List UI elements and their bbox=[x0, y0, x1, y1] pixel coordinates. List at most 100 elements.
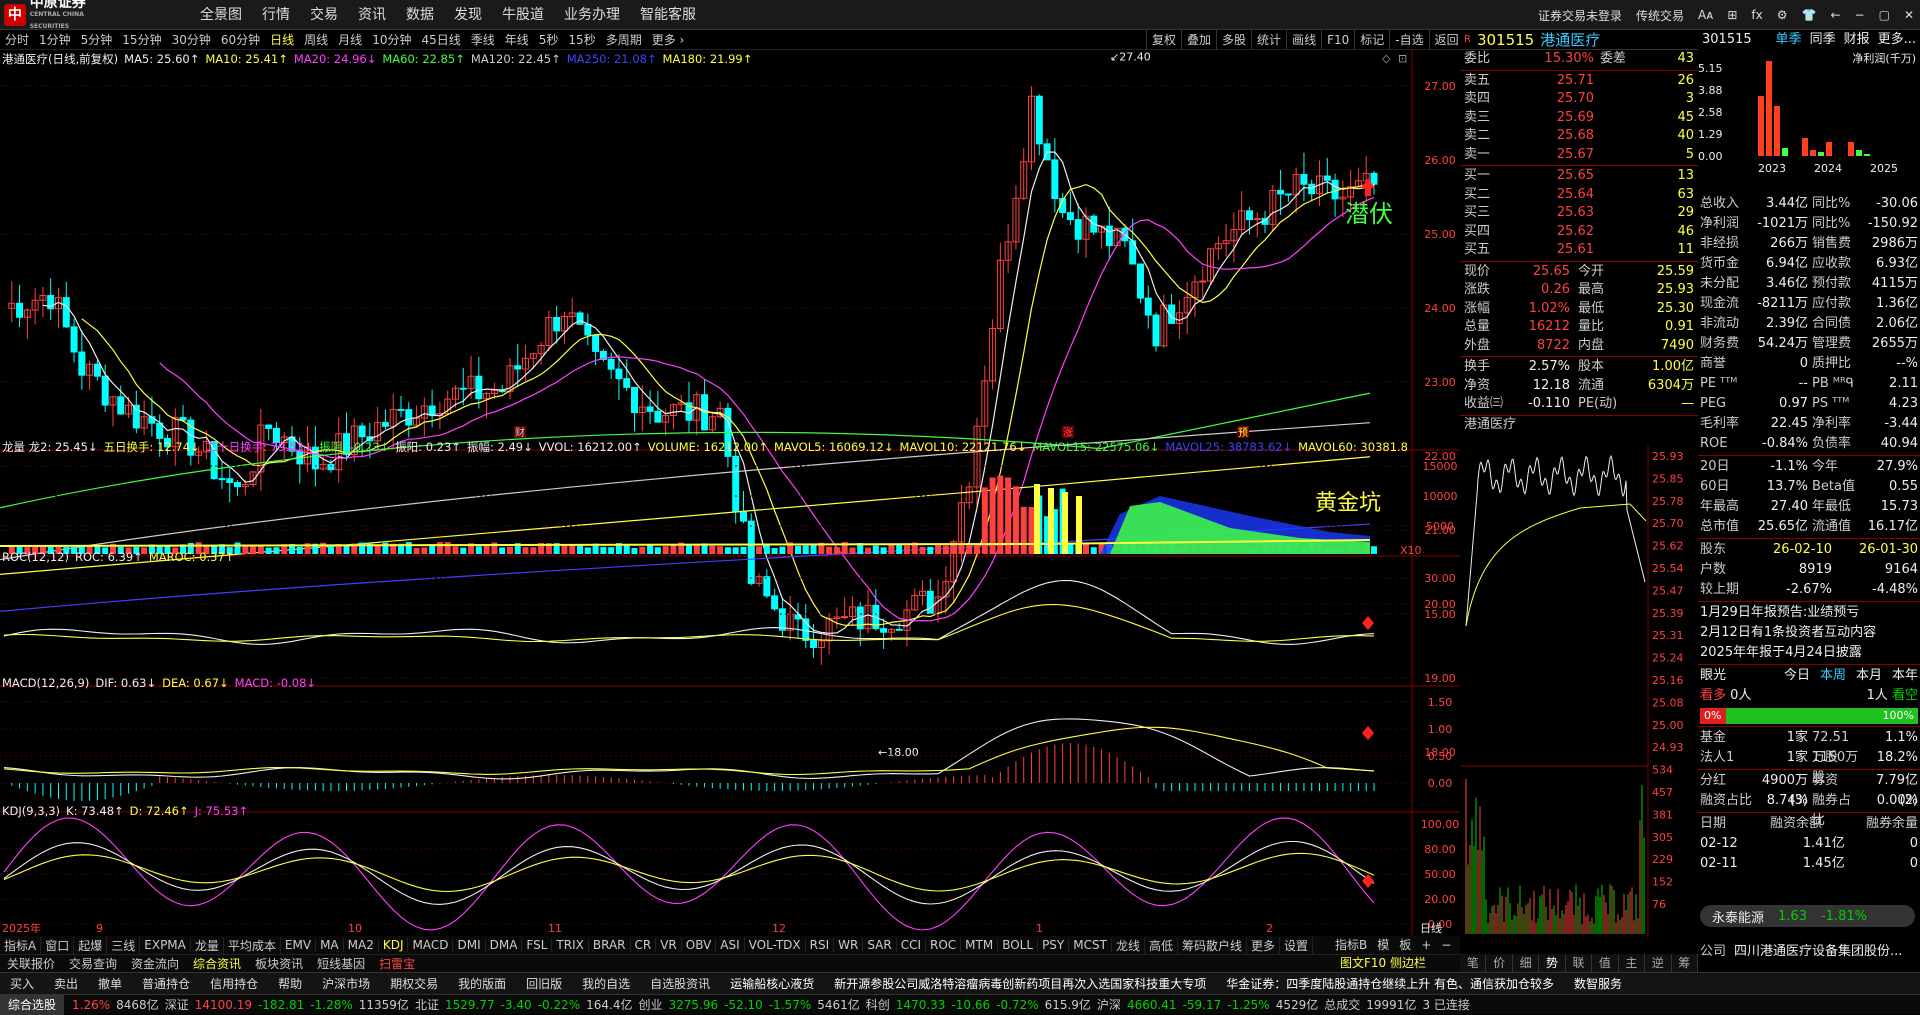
menu-item-1[interactable]: 行情 bbox=[252, 0, 300, 30]
news-item-1[interactable]: 2月12日有1条投资者互动内容 bbox=[1698, 623, 1920, 643]
sells-row-2[interactable]: 卖三 25.69 45 bbox=[1460, 109, 1698, 128]
indicator-tab-16[interactable]: BRAR bbox=[589, 938, 631, 952]
indicator-tab-24[interactable]: SAR bbox=[863, 938, 897, 952]
bull-label[interactable]: 看多 bbox=[1700, 688, 1726, 703]
period-3[interactable]: 15分钟 bbox=[117, 31, 166, 48]
info-tab-1[interactable]: 交易查询 bbox=[62, 955, 124, 972]
indicator-tab-19[interactable]: OBV bbox=[682, 938, 717, 952]
indicator-tab-26[interactable]: ROC bbox=[926, 938, 962, 952]
top-control-5[interactable]: ⚙ bbox=[1777, 8, 1788, 22]
quote-tab-2[interactable]: 细 bbox=[1513, 954, 1540, 972]
sells-row-4[interactable]: 卖一 25.67 5 bbox=[1460, 146, 1698, 165]
indicator-tab-25[interactable]: CCI bbox=[897, 938, 926, 952]
eye-tab-3[interactable]: 本年 bbox=[1892, 666, 1918, 686]
action-item-10[interactable]: 我的自选 bbox=[572, 975, 640, 992]
action-item-2[interactable]: 撤单 bbox=[88, 975, 132, 992]
stock-screener-button[interactable]: 综合选股 bbox=[0, 994, 65, 1015]
news-item-0[interactable]: 1月29日年报预告:业绩预亏 bbox=[1698, 603, 1920, 623]
top-control-3[interactable]: ⊞ bbox=[1727, 8, 1737, 22]
top-control-0[interactable]: 证券交易未登录 bbox=[1538, 7, 1622, 24]
indicator-tab-7[interactable]: EMV bbox=[281, 938, 317, 952]
period-9[interactable]: 10分钟 bbox=[367, 31, 416, 48]
indicator-tab-8[interactable]: MA bbox=[316, 938, 344, 952]
sells-row-1[interactable]: 卖四 25.70 3 bbox=[1460, 90, 1698, 109]
quote-tab-0[interactable]: 笔 bbox=[1460, 954, 1487, 972]
indicator-tab-23[interactable]: WR bbox=[834, 938, 864, 952]
indicator-tab-12[interactable]: DMI bbox=[453, 938, 486, 952]
action-item-14[interactable]: 华金证券：四季度陆股通持仓继续上升 有色、通信获加仓较多 bbox=[1216, 975, 1564, 992]
menu-item-5[interactable]: 发现 bbox=[444, 0, 492, 30]
chart-tool-0[interactable]: 复权 bbox=[1146, 30, 1181, 50]
indicator-right-3[interactable]: + bbox=[1416, 936, 1436, 954]
menu-item-6[interactable]: 牛股道 bbox=[492, 0, 554, 30]
quote-tab-1[interactable]: 价 bbox=[1486, 954, 1513, 972]
indicator-right-1[interactable]: 模 bbox=[1372, 936, 1394, 954]
menu-item-0[interactable]: 全景图 bbox=[190, 0, 252, 30]
menu-item-4[interactable]: 数据 bbox=[396, 0, 444, 30]
action-item-7[interactable]: 期权交易 bbox=[380, 975, 448, 992]
indicator-tab-6[interactable]: 平均成本 bbox=[224, 936, 281, 954]
action-item-12[interactable]: 运输船核心液货 bbox=[720, 975, 824, 992]
fin-tab-3[interactable]: 更多... bbox=[1878, 30, 1916, 50]
top-control-8[interactable]: − bbox=[1855, 8, 1865, 22]
info-tab-4[interactable]: 板块资讯 bbox=[248, 955, 310, 972]
period-14[interactable]: 15秒 bbox=[563, 31, 600, 48]
sells-row-3[interactable]: 卖二 25.68 40 bbox=[1460, 127, 1698, 146]
indicator-tab-9[interactable]: MA2 bbox=[344, 938, 379, 952]
action-item-6[interactable]: 沪深市场 bbox=[312, 975, 380, 992]
indicator-tab-1[interactable]: 窗口 bbox=[41, 936, 75, 954]
buys-row-0[interactable]: 买一 25.65 13 bbox=[1460, 167, 1698, 186]
top-control-7[interactable]: ← bbox=[1830, 8, 1840, 22]
action-item-3[interactable]: 普通持仓 bbox=[132, 975, 200, 992]
period-12[interactable]: 年线 bbox=[500, 31, 534, 48]
indicator-tab-22[interactable]: RSI bbox=[806, 938, 835, 952]
indicator-tab-27[interactable]: MTM bbox=[961, 938, 999, 952]
indicator-tab-21[interactable]: VOL-TDX bbox=[745, 938, 806, 952]
info-tab-0[interactable]: 关联报价 bbox=[0, 955, 62, 972]
period-4[interactable]: 30分钟 bbox=[167, 31, 216, 48]
quote-tab-6[interactable]: 主 bbox=[1619, 954, 1646, 972]
action-item-15[interactable]: 数智服务 bbox=[1564, 975, 1632, 992]
quote-tab-3[interactable]: 势 bbox=[1539, 954, 1566, 972]
indicator-tab-5[interactable]: 龙量 bbox=[191, 936, 224, 954]
top-control-6[interactable]: 👕 bbox=[1802, 8, 1817, 22]
period-11[interactable]: 季线 bbox=[466, 31, 500, 48]
fin-tab-0[interactable]: 单季 bbox=[1776, 30, 1802, 50]
quote-tab-5[interactable]: 值 bbox=[1592, 954, 1619, 972]
indicator-tab-17[interactable]: CR bbox=[631, 938, 657, 952]
indicator-tab-31[interactable]: 龙线 bbox=[1112, 936, 1145, 954]
news-item-2[interactable]: 2025年年报于4月24日披露 bbox=[1698, 643, 1920, 663]
action-item-13[interactable]: 新开源参股公司威洛特溶瘤病毒创新药项目再次入选国家科技重大专项 bbox=[824, 975, 1216, 992]
fin-tab-1[interactable]: 同季 bbox=[1810, 30, 1836, 50]
action-item-1[interactable]: 卖出 bbox=[44, 975, 88, 992]
indicator-tab-20[interactable]: ASI bbox=[716, 938, 745, 952]
info-tab-6[interactable]: 扫雷宝 bbox=[372, 955, 422, 972]
period-13[interactable]: 5秒 bbox=[534, 31, 564, 48]
eye-tab-2[interactable]: 本月 bbox=[1856, 666, 1882, 686]
indicator-right-0[interactable]: 指标B bbox=[1330, 936, 1372, 954]
indicator-tab-35[interactable]: 设置 bbox=[1280, 936, 1314, 954]
info-tab-2[interactable]: 资金流向 bbox=[124, 955, 186, 972]
chart-tool-3[interactable]: 统计 bbox=[1251, 30, 1286, 50]
indicator-right-2[interactable]: 板 bbox=[1394, 936, 1416, 954]
period-15[interactable]: 多周期 bbox=[601, 31, 647, 48]
action-item-11[interactable]: 自选股资讯 bbox=[640, 975, 720, 992]
action-item-9[interactable]: 回旧版 bbox=[516, 975, 572, 992]
eye-tab-0[interactable]: 今日 bbox=[1784, 666, 1810, 686]
indicator-tab-2[interactable]: 起爆 bbox=[74, 936, 108, 954]
top-control-1[interactable]: 传统交易 bbox=[1636, 7, 1684, 24]
fin-tab-2[interactable]: 财报 bbox=[1844, 30, 1870, 50]
indicator-tab-32[interactable]: 高低 bbox=[1145, 936, 1178, 954]
chart-tool-1[interactable]: 叠加 bbox=[1181, 30, 1216, 50]
action-item-0[interactable]: 买入 bbox=[0, 975, 44, 992]
period-16[interactable]: 更多 › bbox=[647, 31, 690, 48]
chart-tool-6[interactable]: 标记 bbox=[1354, 30, 1389, 50]
action-item-5[interactable]: 帮助 bbox=[268, 975, 312, 992]
indicator-tab-10[interactable]: KDJ bbox=[379, 938, 409, 952]
stock-name[interactable]: 港通医疗 bbox=[1540, 30, 1600, 49]
top-control-10[interactable]: ✕ bbox=[1904, 8, 1914, 22]
buys-row-3[interactable]: 买四 25.62 46 bbox=[1460, 223, 1698, 242]
period-1[interactable]: 1分钟 bbox=[34, 31, 76, 48]
chart-tool-2[interactable]: 多股 bbox=[1216, 30, 1251, 50]
company-name[interactable]: 四川港通医疗设备集团股份... bbox=[1734, 940, 1902, 959]
